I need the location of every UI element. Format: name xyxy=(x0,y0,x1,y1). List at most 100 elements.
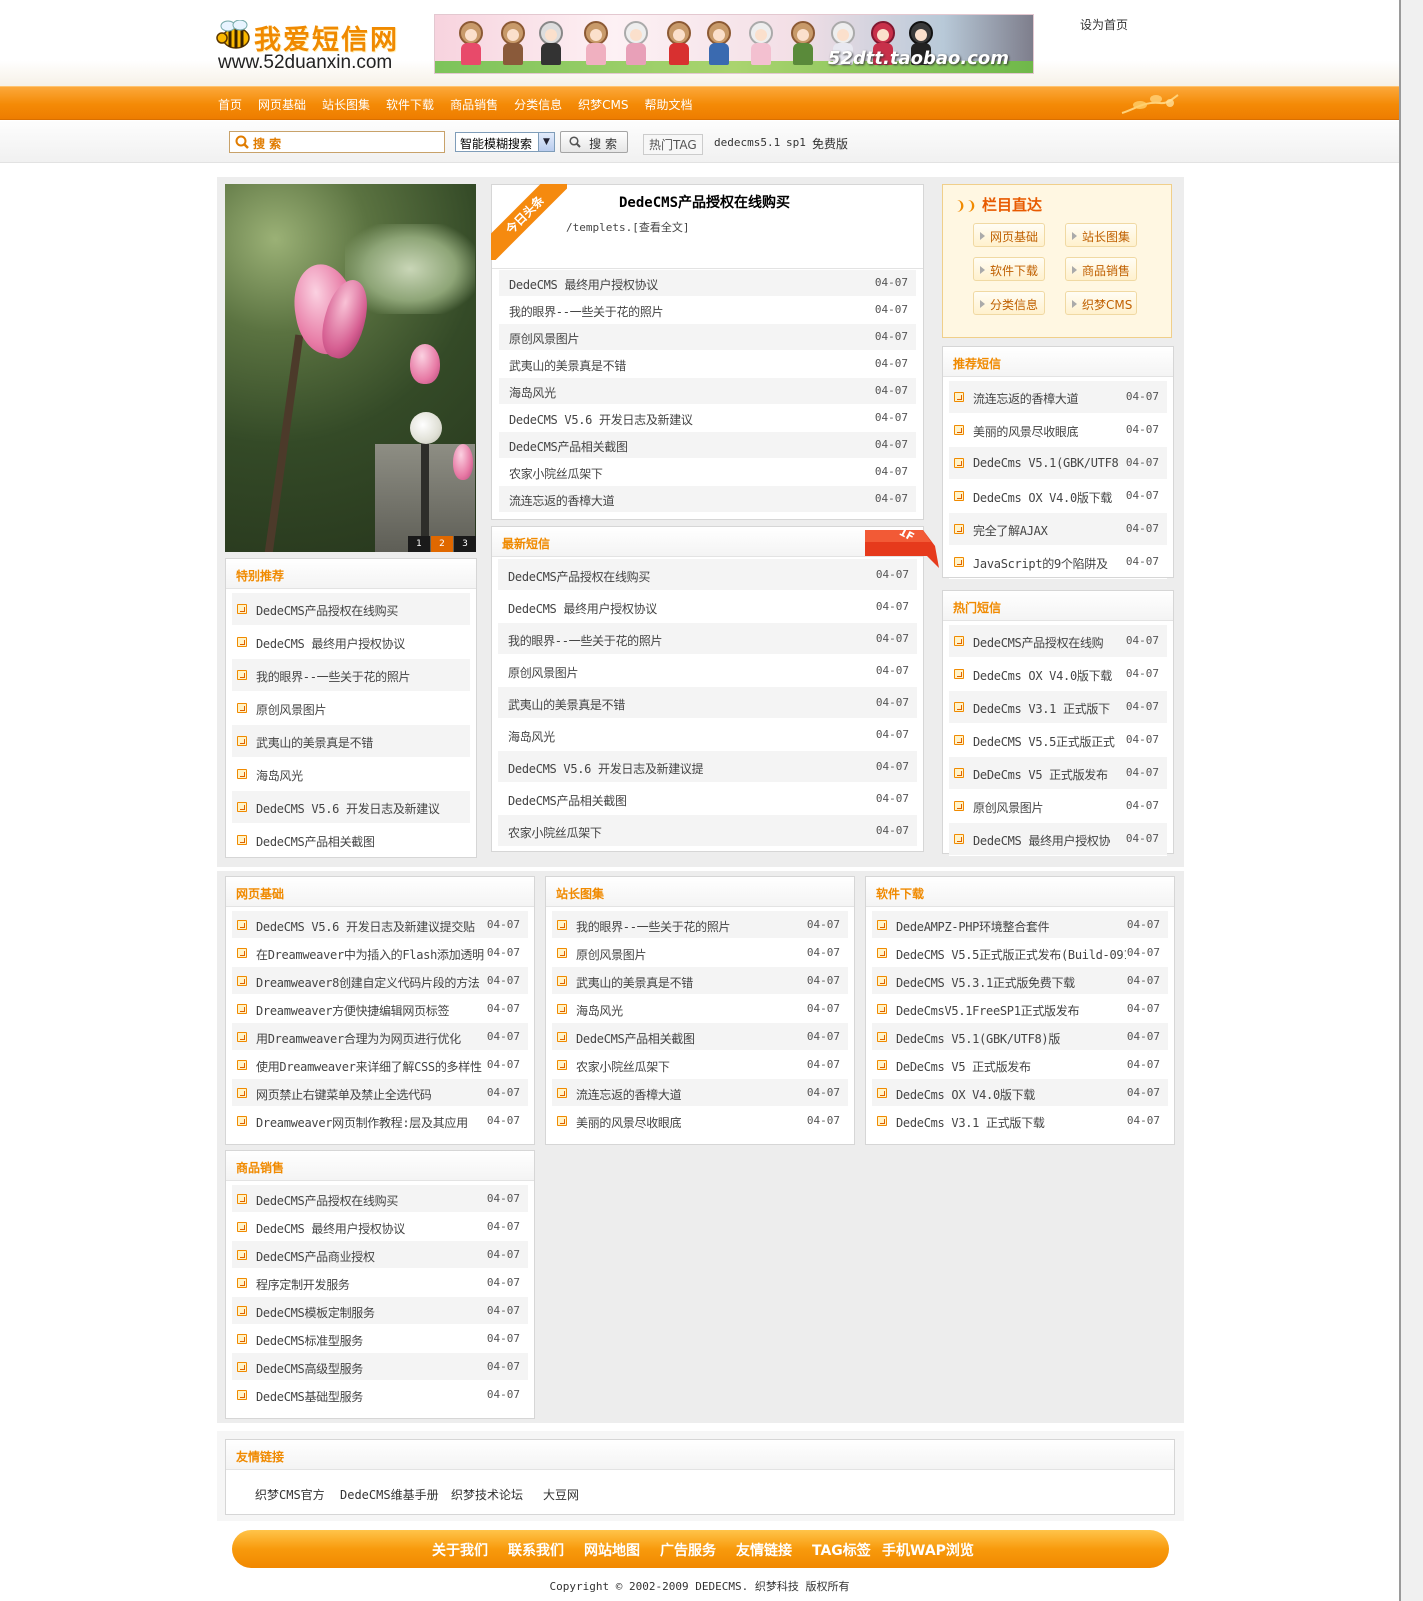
list-item[interactable]: 海岛风光 04-07 xyxy=(499,378,916,405)
list-item[interactable]: DedeCMS 最终用户授权协议 04-07 xyxy=(499,270,916,297)
tag-link[interactable]: dedecms5.1 xyxy=(714,136,780,149)
list-item[interactable]: 原创风景图片 xyxy=(232,692,470,725)
slide-dot[interactable]: 3 xyxy=(454,536,476,552)
nav-item-help[interactable]: 帮助文档 xyxy=(644,96,692,113)
list-item[interactable]: 美丽的风景尽收眼底 04-07 xyxy=(949,414,1167,447)
list-item[interactable]: 海岛风光 04-07 xyxy=(498,719,917,751)
list-item[interactable]: DedeCMS基础型服务 04-07 xyxy=(232,1381,528,1409)
list-item[interactable]: DedeCmsV5.1FreeSP1正式版发布 04-07 xyxy=(872,995,1168,1023)
list-item[interactable]: 美丽的风景尽收眼底 04-07 xyxy=(552,1107,848,1135)
nav-item-gallery[interactable]: 站长图集 xyxy=(322,96,370,113)
header-banner[interactable]: 52dtt.taobao.com xyxy=(434,14,1034,74)
list-item[interactable]: 武夷山的美景真是不错 04-07 xyxy=(552,967,848,995)
friend-link[interactable]: DedeCMS维基手册 xyxy=(340,1486,439,1503)
footer-link-about[interactable]: 关于我们 xyxy=(432,1540,488,1560)
window-scrollbar[interactable] xyxy=(1399,0,1423,1601)
list-item[interactable]: 用Dreamweaver合理为为网页进行优化 04-07 xyxy=(232,1023,528,1051)
list-item[interactable]: 海岛风光 04-07 xyxy=(552,995,848,1023)
list-item[interactable]: Dreamweaver网页制作教程:层及其应用 04-07 xyxy=(232,1107,528,1135)
list-item[interactable]: 流连忘返的香樟大道 04-07 xyxy=(552,1079,848,1107)
nav-item-classified[interactable]: 分类信息 xyxy=(514,96,562,113)
list-item[interactable]: DedeCMS模板定制服务 04-07 xyxy=(232,1297,528,1325)
list-item[interactable]: Dreamweaver8创建自定义代码片段的方法 04-07 xyxy=(232,967,528,995)
list-item[interactable]: DedeCMS产品授权在线购 04-07 xyxy=(949,625,1167,658)
list-item[interactable]: DedeCMS 最终用户授权协议 xyxy=(232,626,470,659)
list-item[interactable]: 武夷山的美景真是不错 04-07 xyxy=(498,687,917,719)
list-item[interactable]: 流连忘返的香樟大道 04-07 xyxy=(949,381,1167,414)
nav-item-web-basics[interactable]: 网页基础 xyxy=(258,96,306,113)
list-item[interactable]: DedeCMS 最终用户授权协议 04-07 xyxy=(232,1213,528,1241)
footer-link-contact[interactable]: 联系我们 xyxy=(508,1540,564,1560)
direct-link-software[interactable]: 软件下载 xyxy=(973,257,1045,281)
list-item[interactable]: 程序定制开发服务 04-07 xyxy=(232,1269,528,1297)
list-item[interactable]: DedeCMS产品相关截图 04-07 xyxy=(552,1023,848,1051)
tag-link[interactable]: sp1 xyxy=(786,136,806,149)
list-item[interactable]: 原创风景图片 04-07 xyxy=(949,790,1167,823)
list-item[interactable]: DedeCms V3.1 正式版下载 04-07 xyxy=(872,1107,1168,1135)
list-item[interactable]: 农家小院丝瓜架下 04-07 xyxy=(499,459,916,486)
footer-link-friends[interactable]: 友情链接 xyxy=(736,1540,792,1560)
list-item[interactable]: 我的眼界--一些关于花的照片 xyxy=(232,659,470,692)
list-item[interactable]: DedeCMS产品授权在线购买 04-07 xyxy=(498,559,917,591)
slideshow-photo[interactable]: 1 2 3 xyxy=(225,184,476,552)
list-item[interactable]: DedeCMS V5.5正式版正式发布(Build-091 04-07 xyxy=(872,939,1168,967)
friend-link[interactable]: 织梦技术论坛 xyxy=(451,1486,523,1503)
search-input[interactable]: 搜 索 xyxy=(229,131,445,153)
list-item[interactable]: 我的眼界--一些关于花的照片 04-07 xyxy=(498,623,917,655)
nav-item-software[interactable]: 软件下载 xyxy=(386,96,434,113)
list-item[interactable]: DedeCMS产品授权在线购买 xyxy=(232,593,470,626)
slide-dot[interactable]: 1 xyxy=(408,536,430,552)
list-item[interactable]: DedeCMS标准型服务 04-07 xyxy=(232,1325,528,1353)
list-item[interactable]: DeDeCms V5 正式版发布 04-07 xyxy=(872,1051,1168,1079)
list-item[interactable]: DedeCMS产品相关截图 xyxy=(232,824,470,857)
list-item[interactable]: 完全了解AJAX 04-07 xyxy=(949,513,1167,546)
list-item[interactable]: JavaScript的9个陷阱及 04-07 xyxy=(949,546,1167,579)
list-item[interactable]: DedeCms V3.1 正式版下 04-07 xyxy=(949,691,1167,724)
list-item[interactable]: DeDeCms V5 正式版发布 04-07 xyxy=(949,757,1167,790)
footer-link-wap[interactable]: 手机WAP浏览 xyxy=(882,1540,974,1560)
set-homepage-link[interactable]: 设为首页 xyxy=(1080,16,1128,33)
direct-link-sales[interactable]: 商品销售 xyxy=(1065,257,1137,281)
list-item[interactable]: DedeCMS V5.6 开发日志及新建议 xyxy=(232,791,470,824)
list-item[interactable]: 农家小院丝瓜架下 04-07 xyxy=(498,815,917,847)
nav-item-dedecms[interactable]: 织梦CMS xyxy=(578,96,628,113)
search-mode-select[interactable]: 智能模糊搜索 ▼ xyxy=(455,132,555,152)
list-item[interactable]: DedeCMS V5.6 开发日志及新建议提 04-07 xyxy=(498,751,917,783)
list-item[interactable]: 流连忘返的香樟大道 04-07 xyxy=(499,486,916,513)
list-item[interactable]: DedeCMS产品相关截图 04-07 xyxy=(499,432,916,459)
friend-link[interactable]: 织梦CMS官方 xyxy=(255,1486,325,1503)
headline-desc[interactable]: /templets.[查看全文] xyxy=(566,219,689,235)
list-item[interactable]: 在Dreamweaver中为插入的Flash添加透明 04-07 xyxy=(232,939,528,967)
list-item[interactable]: DedeAMPZ-PHP环境整合套件 04-07 xyxy=(872,911,1168,939)
list-item[interactable]: 武夷山的美景真是不错 04-07 xyxy=(499,351,916,378)
footer-link-ads[interactable]: 广告服务 xyxy=(660,1540,716,1560)
list-item[interactable]: 海岛风光 xyxy=(232,758,470,791)
list-item[interactable]: DedeCMS V5.5正式版正式 04-07 xyxy=(949,724,1167,757)
list-item[interactable]: DedeCMS V5.3.1正式版免费下载 04-07 xyxy=(872,967,1168,995)
tag-link[interactable]: 免费版 xyxy=(812,135,848,152)
direct-link-classified[interactable]: 分类信息 xyxy=(973,291,1045,315)
list-item[interactable]: 我的眼界--一些关于花的照片 04-07 xyxy=(499,297,916,324)
footer-link-tags[interactable]: TAG标签 xyxy=(812,1540,871,1560)
list-item[interactable]: DedeCMS V5.6 开发日志及新建议 04-07 xyxy=(499,405,916,432)
list-item[interactable]: DedeCMS产品商业授权 04-07 xyxy=(232,1241,528,1269)
list-item[interactable]: 使用Dreamweaver来详细了解CSS的多样性 04-07 xyxy=(232,1051,528,1079)
search-button[interactable]: 搜 索 xyxy=(560,131,628,153)
direct-link-gallery[interactable]: 站长图集 xyxy=(1065,223,1137,247)
list-item[interactable]: DedeCMS 最终用户授权协议 04-07 xyxy=(498,591,917,623)
list-item[interactable]: 武夷山的美景真是不错 xyxy=(232,725,470,758)
list-item[interactable]: 原创风景图片 04-07 xyxy=(499,324,916,351)
site-logo[interactable]: 我爱短信网 www.52duanxin.com xyxy=(214,14,410,74)
list-item[interactable]: 原创风景图片 04-07 xyxy=(498,655,917,687)
list-item[interactable]: 原创风景图片 04-07 xyxy=(552,939,848,967)
direct-link-dedecms[interactable]: 织梦CMS xyxy=(1065,291,1137,315)
chevron-down-icon[interactable]: ▼ xyxy=(538,133,554,151)
list-item[interactable]: 网页禁止右键菜单及禁止全选代码 04-07 xyxy=(232,1079,528,1107)
list-item[interactable]: DedeCMS高级型服务 04-07 xyxy=(232,1353,528,1381)
friend-link[interactable]: 大豆网 xyxy=(543,1486,579,1503)
list-item[interactable]: 农家小院丝瓜架下 04-07 xyxy=(552,1051,848,1079)
slide-dot-active[interactable]: 2 xyxy=(431,536,453,552)
nav-item-home[interactable]: 首页 xyxy=(218,96,242,113)
list-item[interactable]: DedeCms OX V4.0版下载 04-07 xyxy=(949,658,1167,691)
list-item[interactable]: DedeCms OX V4.0版下载 04-07 xyxy=(872,1079,1168,1107)
